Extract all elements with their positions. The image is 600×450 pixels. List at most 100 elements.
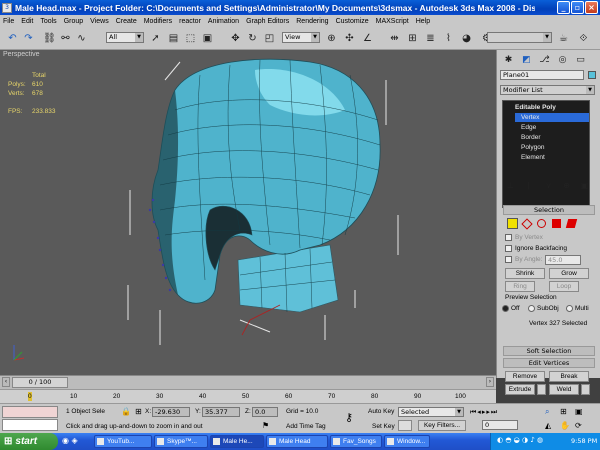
shrink-button[interactable]: Shrink <box>505 268 545 279</box>
zoom-icon[interactable]: ⌕ <box>545 407 549 417</box>
time-tag-icon[interactable]: ⚑ <box>262 421 269 430</box>
object-name-field[interactable]: Plane01 <box>500 70 584 80</box>
make-unique-icon[interactable]: ⋎ <box>541 178 556 193</box>
time-slider-thumb[interactable]: 0 / 100 <box>12 377 68 388</box>
selection-rollout-header[interactable]: Selection <box>503 205 595 215</box>
layer-manager-icon[interactable]: ≣ <box>423 31 438 46</box>
track-bar[interactable]: 0 10 20 30 40 50 60 70 80 90 100 <box>0 389 496 403</box>
scale-icon[interactable]: ◰ <box>262 31 277 46</box>
task-skype[interactable]: Skype™... <box>154 435 208 448</box>
current-frame-field[interactable]: 0 <box>482 420 518 430</box>
ring-button[interactable]: Ring <box>505 281 535 292</box>
pin-stack-icon[interactable]: ⊥ <box>503 178 518 193</box>
add-time-tag[interactable]: Add Time Tag <box>286 423 326 430</box>
window-crossing-icon[interactable]: ▣ <box>200 31 215 46</box>
preview-multi-radio[interactable] <box>566 305 573 312</box>
display-tab-icon[interactable]: ▭ <box>573 52 588 67</box>
lock-selection-icon[interactable]: 🔒 <box>121 407 131 416</box>
field-of-view-icon[interactable]: ◭ <box>545 421 551 430</box>
pan-icon[interactable]: ✋ <box>560 421 570 430</box>
hierarchy-tab-icon[interactable]: ⎇ <box>537 52 552 67</box>
element-mode-icon[interactable] <box>565 219 578 228</box>
menu-views[interactable]: Views <box>90 18 109 25</box>
tray-icons[interactable]: ◐ ◓ ◒ ◑ ♪ ◍ <box>497 436 543 444</box>
mirror-icon[interactable]: ⇹ <box>387 31 402 46</box>
rectangular-selection-icon[interactable]: ⬚ <box>183 31 198 46</box>
by-vertex-checkbox[interactable] <box>505 234 512 241</box>
menu-tools[interactable]: Tools <box>40 18 56 25</box>
preview-off-radio[interactable] <box>502 305 509 312</box>
menu-graph-editors[interactable]: Graph Editors <box>246 18 289 25</box>
arc-rotate-icon[interactable]: ⟳ <box>575 421 582 430</box>
edit-vertices-rollout-header[interactable]: Edit Vertices <box>503 358 595 368</box>
extrude-settings-button[interactable] <box>537 384 546 395</box>
set-key-button[interactable]: Set Key <box>372 423 395 430</box>
by-angle-checkbox[interactable] <box>505 256 512 263</box>
remove-button[interactable]: Remove <box>505 371 545 382</box>
menu-file[interactable]: File <box>3 18 14 25</box>
stack-vertex[interactable]: Vertex <box>515 113 589 122</box>
select-object-icon[interactable]: ➚ <box>148 31 163 46</box>
stack-polygon[interactable]: Polygon <box>521 143 545 152</box>
edge-mode-icon[interactable] <box>521 218 533 230</box>
minimize-button[interactable]: _ <box>557 1 570 14</box>
menu-rendering[interactable]: Rendering <box>296 18 328 25</box>
menu-group[interactable]: Group <box>64 18 83 25</box>
zoom-extents-icon[interactable]: ▣ <box>575 407 583 416</box>
start-button[interactable]: ⊞ start <box>0 433 58 450</box>
snaps-toggle-icon[interactable]: ∠ <box>360 31 375 46</box>
maxscript-listener-mini[interactable] <box>2 406 58 418</box>
viewport-label[interactable]: Perspective <box>3 51 40 58</box>
select-by-name-icon[interactable]: ▤ <box>166 31 181 46</box>
clock[interactable]: 9:58 PM <box>571 437 597 445</box>
modify-tab-icon[interactable]: ◩ <box>519 52 534 67</box>
render-type-dropdown[interactable]: ▼ <box>487 32 552 43</box>
key-filters-button[interactable]: Key Filters... <box>418 420 466 431</box>
playback-controls-icon[interactable]: ⏮◂▸▸⏭ <box>470 408 498 417</box>
close-button[interactable]: × <box>585 1 598 14</box>
absolute-mode-icon[interactable]: ⊞ <box>135 407 142 416</box>
viewport-canvas[interactable] <box>0 50 496 375</box>
preview-subobj-radio[interactable] <box>528 305 535 312</box>
3dsmax-app-icon[interactable]: 3 <box>2 2 12 13</box>
quick-render-icon[interactable]: ☕ <box>556 31 571 46</box>
zoom-all-icon[interactable]: ⊞ <box>560 407 567 416</box>
reference-coordinate-dropdown[interactable]: View ▼ <box>282 32 320 43</box>
task-youtube[interactable]: YouTub... <box>94 435 152 448</box>
stack-border[interactable]: Border <box>521 133 541 142</box>
menu-customize[interactable]: Customize <box>336 18 369 25</box>
configure-sets-icon[interactable]: ▣ <box>577 178 592 193</box>
border-mode-icon[interactable] <box>537 219 546 228</box>
task-windows[interactable]: Window... <box>384 435 430 448</box>
key-mode-dropdown[interactable]: Selected ▼ <box>398 407 464 417</box>
show-end-result-icon[interactable]: ǀ <box>521 178 536 193</box>
bind-space-warp-icon[interactable]: ∿ <box>74 31 89 46</box>
soft-selection-rollout-header[interactable]: Soft Selection <box>503 346 595 356</box>
time-slider[interactable]: ‹ 0 / 100 › <box>0 375 496 389</box>
transform-gizmo[interactable] <box>241 304 281 336</box>
stack-editable-poly[interactable]: Editable Poly <box>515 103 556 112</box>
menu-modifiers[interactable]: Modifiers <box>144 18 172 25</box>
x-coordinate-field[interactable]: -29.630 <box>152 407 190 417</box>
object-color-swatch[interactable] <box>588 71 596 79</box>
redo-icon[interactable]: ↷ <box>21 31 36 46</box>
time-next-icon[interactable]: › <box>486 377 494 387</box>
select-manipulate-icon[interactable]: ✣ <box>342 31 357 46</box>
material-editor-icon[interactable]: ◕ <box>459 31 474 46</box>
menu-reactor[interactable]: reactor <box>179 18 201 25</box>
menu-help[interactable]: Help <box>416 18 430 25</box>
modifier-list-dropdown[interactable]: Modifier List ▼ <box>500 85 595 95</box>
stack-edge[interactable]: Edge <box>521 123 536 132</box>
z-coordinate-field[interactable]: 0.0 <box>252 407 278 417</box>
menu-animation[interactable]: Animation <box>208 18 239 25</box>
render-last-icon[interactable]: ⟐ <box>576 31 591 46</box>
quicklaunch-icons[interactable]: ◉ ◈ <box>62 436 78 445</box>
ignore-backfacing-checkbox[interactable] <box>505 245 512 252</box>
auto-key-button[interactable]: Auto Key <box>368 408 394 415</box>
time-prev-icon[interactable]: ‹ <box>2 377 10 387</box>
y-coordinate-field[interactable]: 35.377 <box>202 407 240 417</box>
align-icon[interactable]: ⊞ <box>405 31 420 46</box>
break-button[interactable]: Break <box>549 371 589 382</box>
select-and-link-icon[interactable]: ⛓ <box>42 31 57 46</box>
rotate-icon[interactable]: ↻ <box>245 31 260 46</box>
